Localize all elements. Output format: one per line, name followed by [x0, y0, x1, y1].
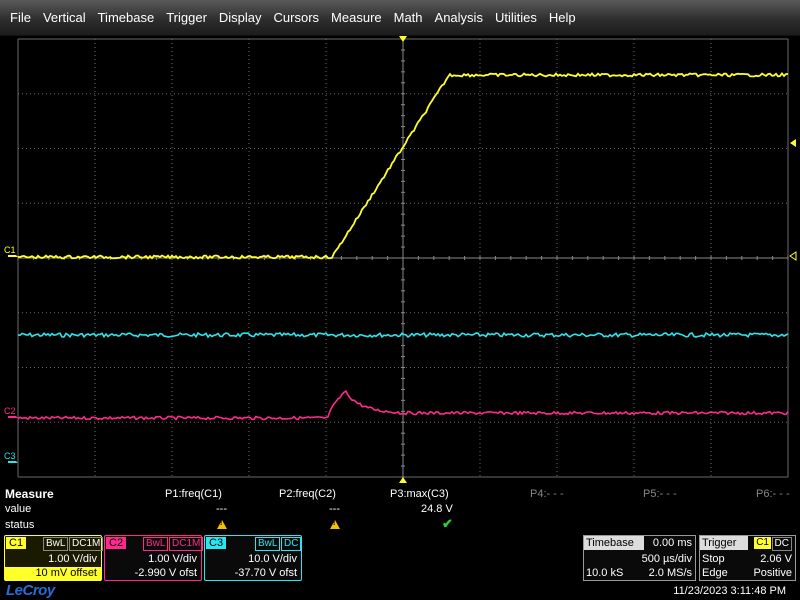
trigger-slope: Positive [753, 567, 792, 579]
menu-timebase[interactable]: Timebase [92, 0, 161, 36]
measure-p2-value: --- [329, 503, 340, 515]
channel-c2-label: C2 [106, 537, 127, 549]
warning-icon [217, 520, 227, 532]
trigger-time-marker [399, 477, 407, 483]
menu-file[interactable]: File [4, 0, 37, 36]
channel-c3-offset: -37.70 V ofst [234, 567, 297, 579]
measure-p3-value: 24.8 V [421, 503, 453, 515]
channel-c3-descriptor[interactable]: C3 BwL DC 10.0 V/div -37.70 V ofst [204, 535, 302, 581]
channel-c2-vdiv: 1.00 V/div [148, 553, 197, 565]
menu-math[interactable]: Math [388, 0, 429, 36]
timebase-delay: 0.00 ms [652, 537, 692, 549]
measure-p5-name[interactable]: P5:- - - [643, 488, 677, 500]
trace-c1-label: C1 [4, 245, 16, 255]
trigger-level: 2.06 V [760, 553, 792, 565]
channel-c2-bw: BwL [143, 537, 169, 551]
channel-c2-coupling: DC1M [169, 537, 204, 551]
trigger-mode: Stop [702, 553, 725, 565]
check-icon: ✔ [442, 516, 453, 531]
channel-c1-coupling: DC1M [69, 537, 104, 551]
menu-help[interactable]: Help [543, 0, 582, 36]
waveform-grid[interactable]: C1 C2 C3 [0, 36, 800, 484]
channel-c1-bw: BwL [43, 537, 69, 551]
channel-c3-label: C3 [206, 537, 227, 549]
channel-c1-vdiv: 1.00 V/div [48, 553, 97, 565]
timebase-samples: 10.0 kS [586, 567, 624, 579]
timebase-tdiv: 500 µs/div [641, 553, 692, 565]
channel-c1-offset: 10 mV offset [35, 567, 97, 579]
trace-c3-label: C3 [4, 451, 16, 461]
trigger-descriptor[interactable]: Trigger C1 DC Stop 2.06 V Edge Positive [699, 535, 796, 581]
trigger-coupling: DC [771, 537, 792, 551]
measure-title: Measure [5, 487, 54, 501]
trace-c2-marker [8, 416, 18, 418]
menu-trigger[interactable]: Trigger [160, 0, 213, 36]
trigger-level-marker [790, 139, 796, 147]
menu-measure[interactable]: Measure [325, 0, 388, 36]
menu-bar: File Vertical Timebase Trigger Display Cursor… [0, 0, 800, 36]
trigger-type: Edge [702, 567, 728, 579]
measure-p6-name[interactable]: P6:- - - [756, 488, 790, 500]
menu-display[interactable]: Display [213, 0, 268, 36]
trace-c3-marker [8, 461, 18, 463]
date-time: 11/23/2023 3:11:48 PM [673, 585, 786, 597]
footer: LeCroy 11/23/2023 3:11:48 PM [0, 582, 800, 600]
channel-c3-coupling: DC [281, 537, 302, 551]
trace-c1-marker [8, 255, 18, 257]
menu-utilities[interactable]: Utilities [489, 0, 543, 36]
timebase-descriptor[interactable]: Timebase 0.00 ms 500 µs/div 10.0 kS 2.0 … [583, 535, 696, 581]
measure-p2-name[interactable]: P2:freq(C2) [279, 488, 336, 500]
timebase-label: Timebase [586, 537, 634, 549]
channel-c3-bw: BwL [255, 537, 281, 551]
measure-p3-name[interactable]: P3:max(C3) [390, 488, 449, 500]
offset-marker [789, 251, 797, 261]
channel-c1-descriptor[interactable]: C1 BwL DC1M 1.00 V/div 10 mV offset [4, 535, 104, 581]
menu-analysis[interactable]: Analysis [429, 0, 489, 36]
timebase-rate: 2.0 MS/s [648, 567, 692, 579]
trace-c2-label: C2 [4, 406, 16, 416]
measure-table[interactable]: Measure value status P1:freq(C1) --- P2:… [0, 484, 800, 534]
menu-vertical[interactable]: Vertical [37, 0, 92, 36]
channel-c2-offset: -2.990 V ofst [134, 567, 197, 579]
measure-status-label: status [5, 519, 35, 531]
channel-c1-label: C1 [6, 537, 27, 549]
measure-p1-value: --- [216, 503, 227, 515]
channel-c3-vdiv: 10.0 V/div [248, 553, 297, 565]
measure-p1-name[interactable]: P1:freq(C1) [165, 488, 222, 500]
measure-p4-name[interactable]: P4:- - - [530, 488, 564, 500]
waveform-display[interactable]: C1 C2 C3 [0, 36, 800, 484]
warning-icon [330, 520, 340, 532]
lecroy-logo: LeCroy [6, 582, 55, 599]
trigger-label: Trigger [702, 537, 737, 549]
menu-cursors[interactable]: Cursors [268, 0, 326, 36]
channel-c2-descriptor[interactable]: C2 BwL DC1M 1.00 V/div -2.990 V ofst [104, 535, 204, 581]
measure-value-label: value [5, 503, 32, 515]
trigger-source: C1 [754, 537, 771, 549]
